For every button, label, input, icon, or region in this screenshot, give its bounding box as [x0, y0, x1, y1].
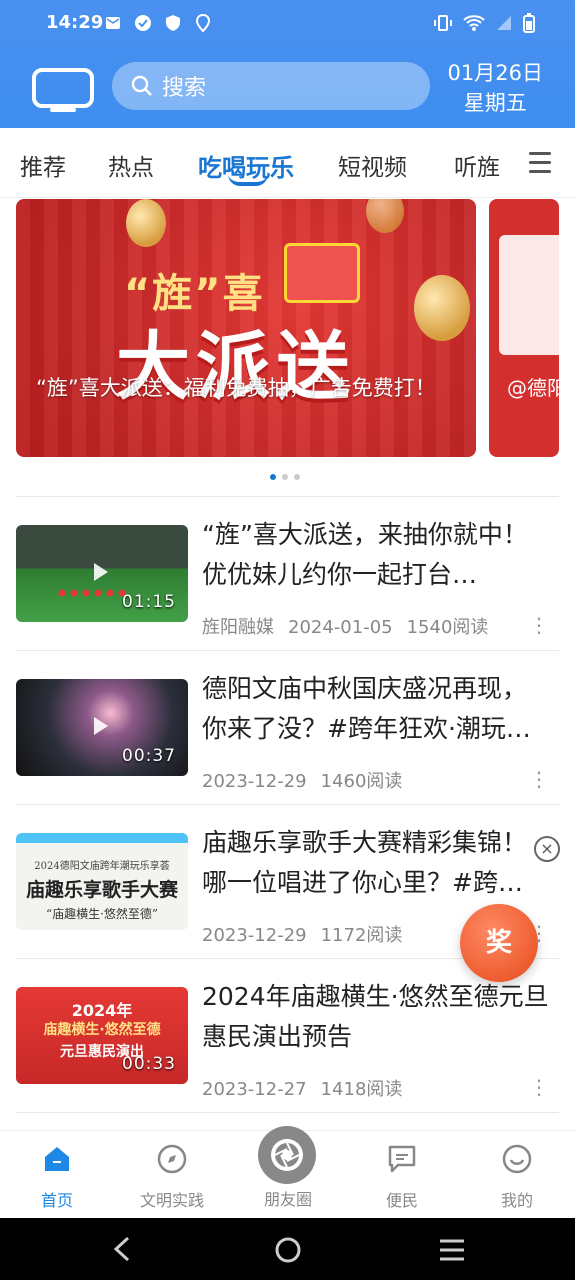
status-time: 14:29: [46, 12, 104, 33]
system-navigation-bar: [0, 1218, 575, 1280]
prize-float-button[interactable]: 奖: [460, 904, 538, 982]
article-reads: 1540阅读: [406, 617, 489, 638]
article-item[interactable]: 01:15 “旌”喜大派送，来抽你就中！优优妹儿约你一起打台… 旌阳融媒 2024…: [16, 497, 559, 651]
camera-shutter-icon: [271, 1139, 303, 1171]
status-system-icons: [433, 13, 535, 33]
back-icon[interactable]: [110, 1236, 134, 1262]
nav-label: 我的: [500, 1191, 533, 1210]
search-icon: [131, 75, 152, 96]
balloon-icon: [126, 199, 166, 247]
thumb-caption-1: 2024德阳文庙跨年潮玩乐享荟: [34, 861, 170, 872]
nav-label: 便民: [385, 1191, 418, 1210]
banner-next-caption: @德阳 费送: [507, 376, 559, 400]
search-bar[interactable]: 搜索: [112, 62, 430, 110]
tab-recommend[interactable]: 推荐: [20, 148, 66, 182]
article-item[interactable]: 00:37 德阳文庙中秋国庆盛况再现，你来了没？#跨年狂欢·潮玩… 2023-1…: [16, 651, 559, 805]
article-meta: 旌阳融媒 2024-01-05 1540阅读: [202, 613, 502, 639]
banner-next-image: [499, 235, 559, 355]
status-bar: 14:29: [0, 0, 575, 46]
signal-icon: [497, 16, 511, 30]
date-display: 01月26日 星期五: [448, 58, 543, 118]
article-thumbnail: 01:15: [16, 525, 188, 622]
thumb-caption-2: 庙趣乐享歌手大赛: [25, 879, 178, 901]
tab-hot[interactable]: 热点: [108, 148, 154, 182]
mail-icon: [106, 17, 120, 29]
thumb-caption-1: 2024年: [71, 1001, 133, 1020]
banner-next-slide[interactable]: @德阳 费送: [489, 199, 559, 457]
banner-slide[interactable]: “旌”喜 大派送 “旌”喜大派送：福利免费抽，广告免费打！: [16, 199, 476, 457]
thumb-caption-3: “庙趣横生·悠然至德”: [45, 907, 159, 921]
play-icon: [94, 563, 108, 581]
article-title: “旌”喜大派送，来抽你就中！优优妹儿约你一起打台…: [202, 520, 528, 589]
article-title: 德阳文庙中秋国庆盛况再现，你来了没？#跨年狂欢·潮玩…: [202, 674, 531, 743]
carousel-indicator: [270, 474, 300, 480]
home-icon: [45, 1147, 69, 1171]
play-icon: [94, 717, 108, 735]
tv-live-button[interactable]: [32, 68, 94, 112]
nav-service[interactable]: 便民: [362, 1143, 442, 1211]
article-thumbnail: 2024年 庙趣横生·悠然至德 元旦惠民演出 00:33: [16, 987, 188, 1084]
nav-label: 文明实践: [139, 1191, 204, 1210]
article-date: 2023-12-29: [202, 771, 307, 792]
article-meta: 2023-12-27 1418阅读: [202, 1075, 416, 1101]
more-options-icon[interactable]: ⋮: [529, 613, 549, 637]
more-options-icon[interactable]: ⋮: [529, 1075, 549, 1099]
shield-icon: [166, 15, 180, 31]
thumb-caption-2: 庙趣横生·悠然至德: [43, 1022, 161, 1038]
more-options-icon[interactable]: ⋮: [529, 767, 549, 791]
nav-mine[interactable]: 我的: [477, 1143, 557, 1211]
divider: [16, 1112, 559, 1113]
recent-apps-icon[interactable]: [438, 1238, 466, 1262]
nav-home[interactable]: 首页: [17, 1143, 97, 1211]
search-placeholder: 搜索: [162, 76, 207, 101]
article-reads: 1460阅读: [320, 771, 403, 792]
video-duration: 00:33: [122, 1054, 176, 1074]
carousel-dot: [270, 474, 276, 480]
balloon-icon: [414, 275, 470, 341]
nav-civilization[interactable]: 文明实践: [132, 1143, 212, 1211]
date-text: 01月26日: [447, 61, 543, 85]
carousel-dot: [294, 474, 300, 480]
article-reads: 1418阅读: [320, 1079, 403, 1100]
tab-short-video[interactable]: 短视频: [338, 148, 407, 182]
tab-listen[interactable]: 听旌: [454, 148, 500, 182]
article-date: 2023-12-27: [202, 1079, 307, 1100]
nav-label: 首页: [40, 1191, 73, 1210]
check-badge-icon: [135, 15, 151, 31]
chat-bubble-icon: [388, 1145, 416, 1173]
category-tabs: 推荐 热点 吃喝玩乐 短视频 听旌: [0, 128, 575, 198]
weekday-text: 星期五: [463, 91, 527, 115]
wifi-icon: [463, 15, 485, 31]
article-date: 2023-12-29: [202, 925, 307, 946]
tabs-menu-icon[interactable]: [529, 152, 551, 179]
compass-icon: [157, 1144, 187, 1174]
article-thumbnail: 00:37: [16, 679, 188, 776]
banner-caption: “旌”喜大派送：福利免费抽，广告免费打！: [36, 376, 436, 400]
video-duration: 01:15: [122, 592, 176, 612]
location-icon: [195, 14, 211, 32]
close-icon[interactable]: ×: [534, 836, 560, 862]
article-meta: 2023-12-29 1460阅读: [202, 767, 416, 793]
vibrate-icon: [434, 15, 452, 31]
article-thumbnail: 2024德阳文庙跨年潮玩乐享荟 庙趣乐享歌手大赛 “庙趣横生·悠然至德”: [16, 833, 188, 930]
home-circle-icon[interactable]: [274, 1236, 302, 1264]
article-source: 旌阳融媒: [202, 617, 274, 638]
active-tab-indicator: [228, 174, 268, 186]
battery-icon: [523, 13, 535, 33]
smile-icon: [502, 1144, 532, 1174]
article-title: 2024年庙趣横生·悠然至德元旦惠民演出预告: [202, 982, 549, 1051]
nav-moments-button[interactable]: [258, 1126, 316, 1184]
gift-box-icon: [284, 243, 360, 303]
article-title: 庙趣乐享歌手大赛精彩集锦！哪一位唱进了你心里？#跨…: [202, 828, 528, 897]
nav-label: 朋友圈: [263, 1190, 312, 1209]
snooker-balls: [56, 587, 126, 601]
article-date: 2024-01-05: [288, 617, 393, 638]
carousel-dot: [282, 474, 288, 480]
article-meta: 2023-12-29 1172阅读: [202, 921, 416, 947]
article-item[interactable]: 2024年 庙趣横生·悠然至德 元旦惠民演出 00:33 2024年庙趣横生·悠…: [16, 959, 559, 1113]
video-duration: 00:37: [122, 746, 176, 766]
app-header: 14:29 搜索 01月26日 星期五: [0, 0, 575, 128]
status-notification-icons: [104, 14, 212, 32]
article-reads: 1172阅读: [320, 925, 403, 946]
